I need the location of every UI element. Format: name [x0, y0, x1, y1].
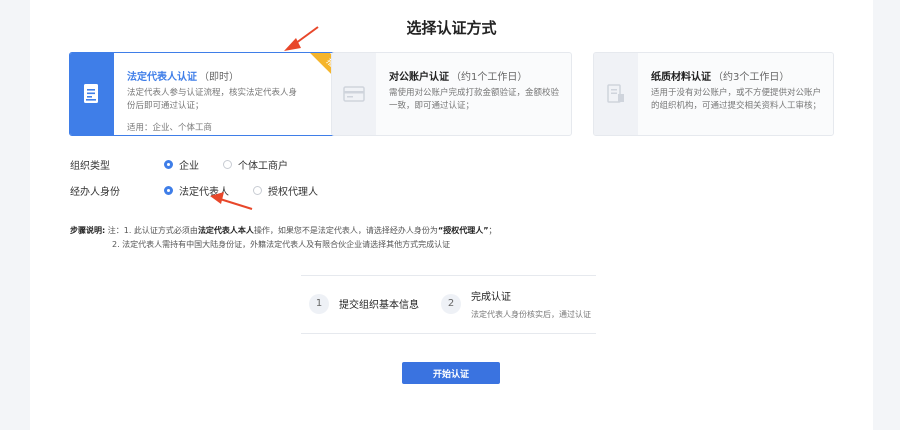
paper-icon [607, 84, 624, 103]
org-type-option-enterprise[interactable]: 企业 [164, 157, 199, 172]
step-number: 1 [309, 294, 329, 314]
org-type-option-individual[interactable]: 个体工商户 [223, 157, 288, 172]
radio-unchecked-icon[interactable] [223, 160, 232, 169]
page-title: 选择认证方式 [406, 19, 497, 37]
card-title: 法定代表人认证 （即时） [127, 72, 239, 83]
card-title: 纸质材料认证 （约3个工作日） [651, 72, 790, 83]
card-title: 对公账户认证 （约1个工作日） [389, 72, 528, 83]
card-corporate-account-auth[interactable]: 对公账户认证 （约1个工作日） 需使用对公账户完成打款金额验证，金额校验一致，即可… [331, 52, 572, 136]
card-legal-rep-auth[interactable]: 法定代表人认证 （即时） 法定代表人参与认证流程，核实法定代表人身份后即可通过认证… [69, 52, 349, 136]
card-applicable: 适用：企业、个体工商 [127, 123, 213, 133]
notes-line-2: 2. 法定代表人需持有中国大陆身份证，外籍法定代表人及有限合伙企业请选择其他方式… [112, 240, 451, 249]
card-icon-zone [332, 53, 376, 135]
document-icon [84, 84, 98, 103]
agent-option-authorized[interactable]: 授权代理人 [253, 183, 318, 198]
steps-box: 1 提交组织基本信息 2 完成认证 法定代表人身份核实后，通过认证 [301, 275, 596, 334]
radio-unchecked-icon[interactable] [253, 186, 262, 195]
agent-option-legal-rep[interactable]: 法定代表人 [164, 183, 229, 198]
radio-checked-icon[interactable] [164, 160, 173, 169]
start-auth-button[interactable]: 开始认证 [402, 362, 500, 384]
card-paper-material-auth[interactable]: 纸质材料认证 （约3个工作日） 适用于没有对公账户，或不方便提供对公账户的组织机构… [593, 52, 834, 136]
step-number: 2 [441, 294, 461, 314]
org-type-label: 组织类型 [70, 161, 110, 172]
card-icon-zone [594, 53, 638, 135]
card-description: 需使用对公账户完成打款金额验证，金额校验一致，即可通过认证； [389, 88, 560, 111]
step-description: 法定代表人身份核实后，通过认证 [471, 310, 591, 319]
radio-checked-icon[interactable] [164, 186, 173, 195]
agent-identity-label: 经办人身份 [70, 187, 120, 198]
card-description: 法定代表人参与认证流程，核实法定代表人身份后即可通过认证； [127, 88, 298, 111]
step-title: 完成认证 [471, 292, 511, 303]
step-notes: 步骤说明: 注：1. 此认证方式必须由法定代表人本人操作，如果您不是法定代表人，… [70, 224, 496, 252]
notes-line-1: 步骤说明: 注：1. 此认证方式必须由法定代表人本人操作，如果您不是法定代表人，… [70, 226, 497, 235]
main-panel: 选择认证方式 法定代表人认证 （即时） 法定代表人参与认证流程，核实法定代表人身份… [30, 0, 873, 430]
card-icon [343, 86, 365, 102]
card-description: 适用于没有对公账户，或不方便提供对公账户的组织机构，可通过提交相关资料人工审核； [651, 88, 822, 111]
step-title: 提交组织基本信息 [339, 300, 419, 311]
card-icon-zone [70, 53, 114, 135]
